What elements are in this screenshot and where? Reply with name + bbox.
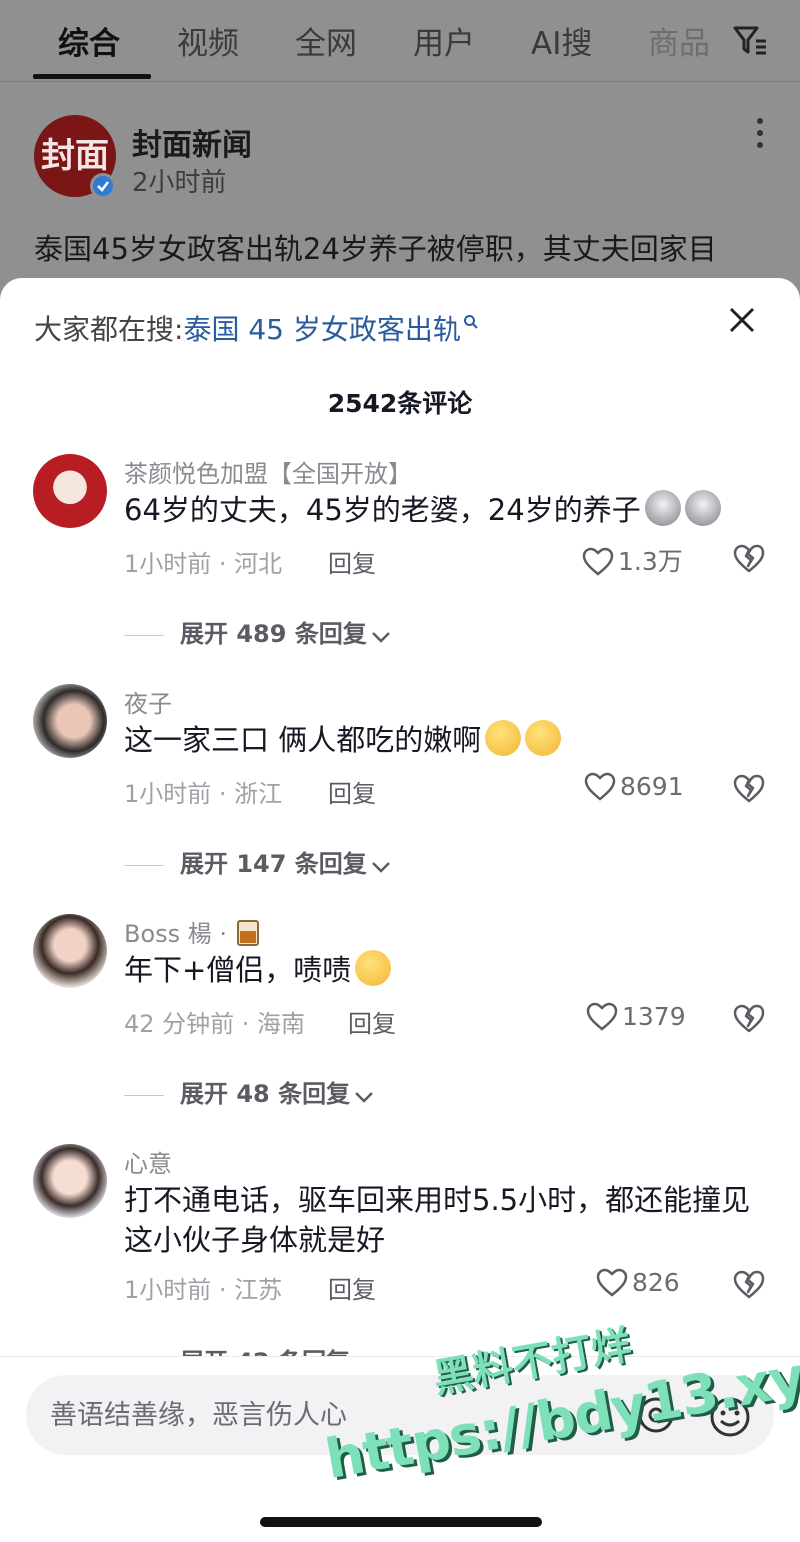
active-tab-indicator — [33, 74, 151, 79]
heart-icon — [584, 772, 616, 801]
hot-search-keyword[interactable]: 泰国 45 岁女政客出轨 — [183, 313, 460, 346]
comment-count: 2542条评论 — [327, 389, 473, 418]
chevron-down-icon — [371, 632, 390, 643]
commenter-name[interactable]: 心意 — [124, 1144, 172, 1179]
pleading-face-emoji-icon — [525, 720, 562, 756]
like-count: 826 — [632, 1268, 680, 1297]
like-button[interactable]: 8691 — [584, 772, 684, 802]
post-title[interactable]: 泰国45岁女政客出轨24岁养子被停职，其丈夫回家目 — [34, 226, 717, 268]
tab-ai-search[interactable]: AI搜 — [531, 18, 592, 63]
comment-input-bar — [0, 1356, 800, 1542]
comment-meta: 1小时前 · 河北 — [124, 550, 283, 578]
emoji-icon[interactable] — [708, 1395, 752, 1439]
filter-icon[interactable] — [732, 24, 768, 58]
broken-heart-icon[interactable] — [732, 772, 766, 804]
broken-heart-icon[interactable] — [732, 542, 766, 574]
like-button[interactable]: 826 — [596, 1268, 680, 1298]
search-tabs: 综合 视频 全网 用户 AI搜 商品 — [0, 0, 800, 82]
chevron-down-icon — [355, 1092, 373, 1103]
commenter-avatar[interactable] — [33, 684, 107, 758]
broken-heart-icon[interactable] — [732, 1002, 766, 1034]
like-button[interactable]: 1.3万 — [582, 542, 683, 578]
like-count: 8691 — [620, 772, 684, 801]
tab-users[interactable]: 用户 — [413, 18, 475, 63]
broken-heart-icon[interactable] — [732, 1268, 766, 1300]
commenter-name[interactable]: Boss 楊 · — [124, 914, 261, 949]
background-page: 综合 视频 全网 用户 AI搜 商品 封面 封面新闻 2小时前 泰国45岁女政客… — [0, 0, 800, 300]
expand-replies-button[interactable]: 展开 489 条回复 — [124, 614, 391, 649]
hot-search-bar[interactable]: 大家都在搜:泰国 45 岁女政客出轨 — [34, 308, 479, 348]
comment-text[interactable]: 打不通电话，驱车回来用时5.5小时，都还能撞见 这小伙子身体就是好 — [124, 1180, 774, 1260]
reply-button[interactable]: 回复 — [328, 1270, 376, 1305]
comment-text[interactable]: 这一家三口 俩人都吃的嫩啊 — [124, 720, 774, 760]
pleading-face-emoji-icon — [355, 950, 392, 986]
pleading-face-emoji-icon — [485, 720, 522, 756]
mention-icon[interactable] — [636, 1395, 676, 1435]
heart-icon — [586, 1002, 618, 1031]
comment-meta: 1小时前 · 江苏 — [124, 1276, 283, 1304]
heart-icon — [596, 1268, 628, 1297]
reply-button[interactable]: 回复 — [348, 1004, 396, 1039]
tab-web[interactable]: 全网 — [295, 18, 357, 63]
tab-video[interactable]: 视频 — [177, 18, 239, 63]
hot-search-prefix: 大家都在搜: — [34, 313, 184, 346]
whiskey-glass-icon — [236, 920, 259, 946]
dog-emoji-icon — [684, 490, 721, 526]
comment-input[interactable] — [50, 1375, 650, 1455]
commenter-avatar[interactable] — [33, 454, 107, 528]
commenter-name[interactable]: 茶颜悦色加盟【全国开放】 — [124, 454, 412, 489]
expand-replies-button[interactable]: 展开 147 条回复 — [124, 844, 391, 879]
search-icon — [463, 315, 478, 329]
tab-products[interactable]: 商品 — [648, 18, 710, 63]
verified-badge-icon — [90, 173, 116, 199]
like-count: 1379 — [622, 1002, 686, 1031]
chevron-down-icon — [371, 862, 390, 873]
comment-meta: 42 分钟前 · 海南 — [124, 1010, 306, 1038]
dog-emoji-icon — [644, 490, 681, 526]
comment-meta: 1小时前 · 浙江 — [124, 780, 283, 808]
heart-icon — [582, 547, 614, 576]
commenter-avatar[interactable] — [33, 914, 107, 988]
commenter-name[interactable]: 夜子 — [124, 684, 172, 719]
post-author-name[interactable]: 封面新闻 — [132, 120, 252, 164]
comment-text[interactable]: 64岁的丈夫，45岁的老婆，24岁的养子 — [124, 490, 774, 530]
post-time: 2小时前 — [132, 168, 227, 198]
comment-input-container[interactable] — [26, 1375, 774, 1455]
reply-button[interactable]: 回复 — [328, 544, 376, 579]
more-options-icon[interactable] — [752, 118, 768, 152]
tab-all[interactable]: 综合 — [58, 18, 120, 63]
reply-button[interactable]: 回复 — [328, 774, 376, 809]
commenter-avatar[interactable] — [33, 1144, 107, 1218]
like-button[interactable]: 1379 — [586, 1002, 686, 1032]
comment-text[interactable]: 年下+僧侣，啧啧 — [124, 950, 774, 990]
like-count: 1.3万 — [618, 547, 683, 576]
expand-replies-button[interactable]: 展开 48 条回复 — [124, 1074, 374, 1109]
home-indicator — [260, 1517, 542, 1527]
close-icon[interactable] — [726, 304, 758, 336]
comment-sheet: 大家都在搜:泰国 45 岁女政客出轨 2542条评论 茶颜悦色加盟【全国开放】 … — [0, 278, 800, 1542]
